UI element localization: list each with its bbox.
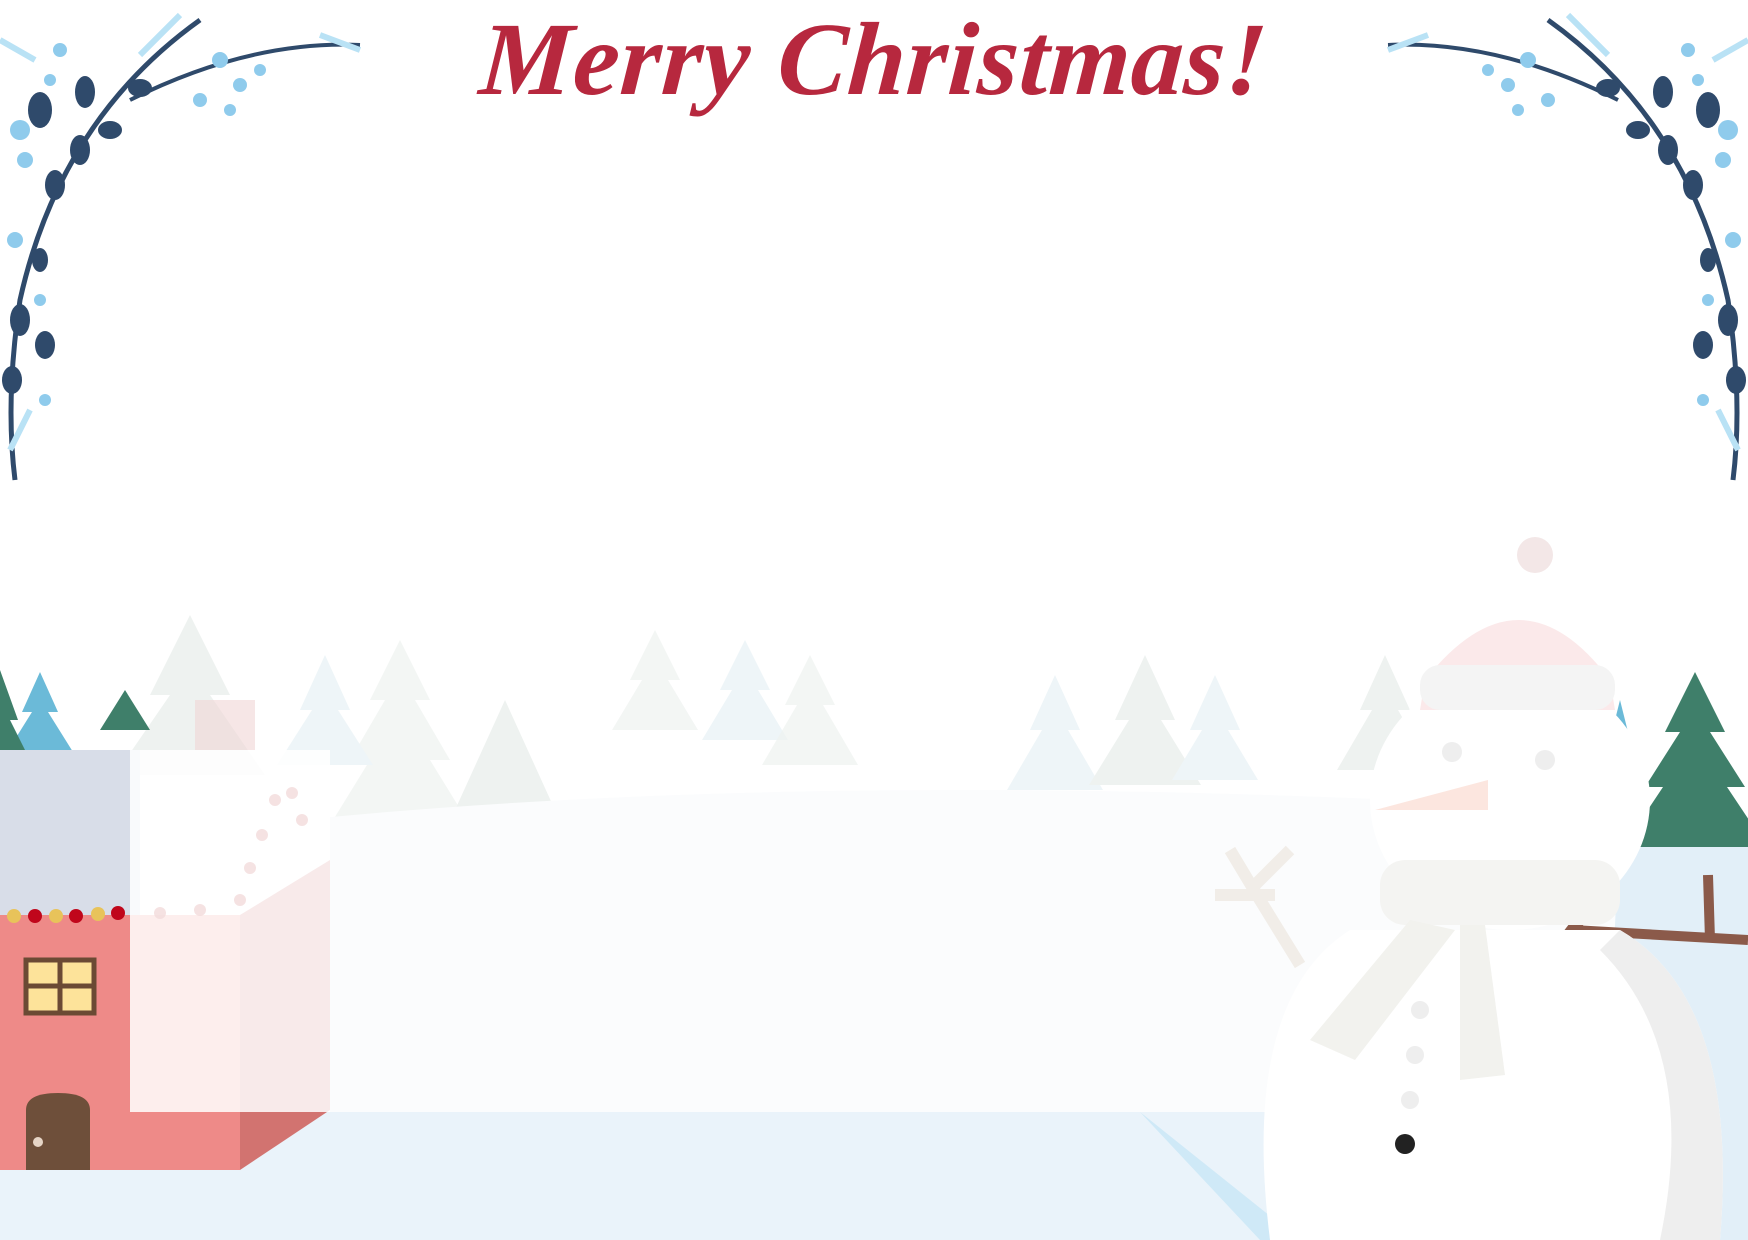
card-title: Merry Christmas!: [476, 2, 1272, 117]
card-illustration: [0, 0, 1748, 1240]
faded-overlay: [130, 750, 330, 1112]
door: [26, 1093, 90, 1170]
snowman-button: [1395, 1134, 1415, 1154]
